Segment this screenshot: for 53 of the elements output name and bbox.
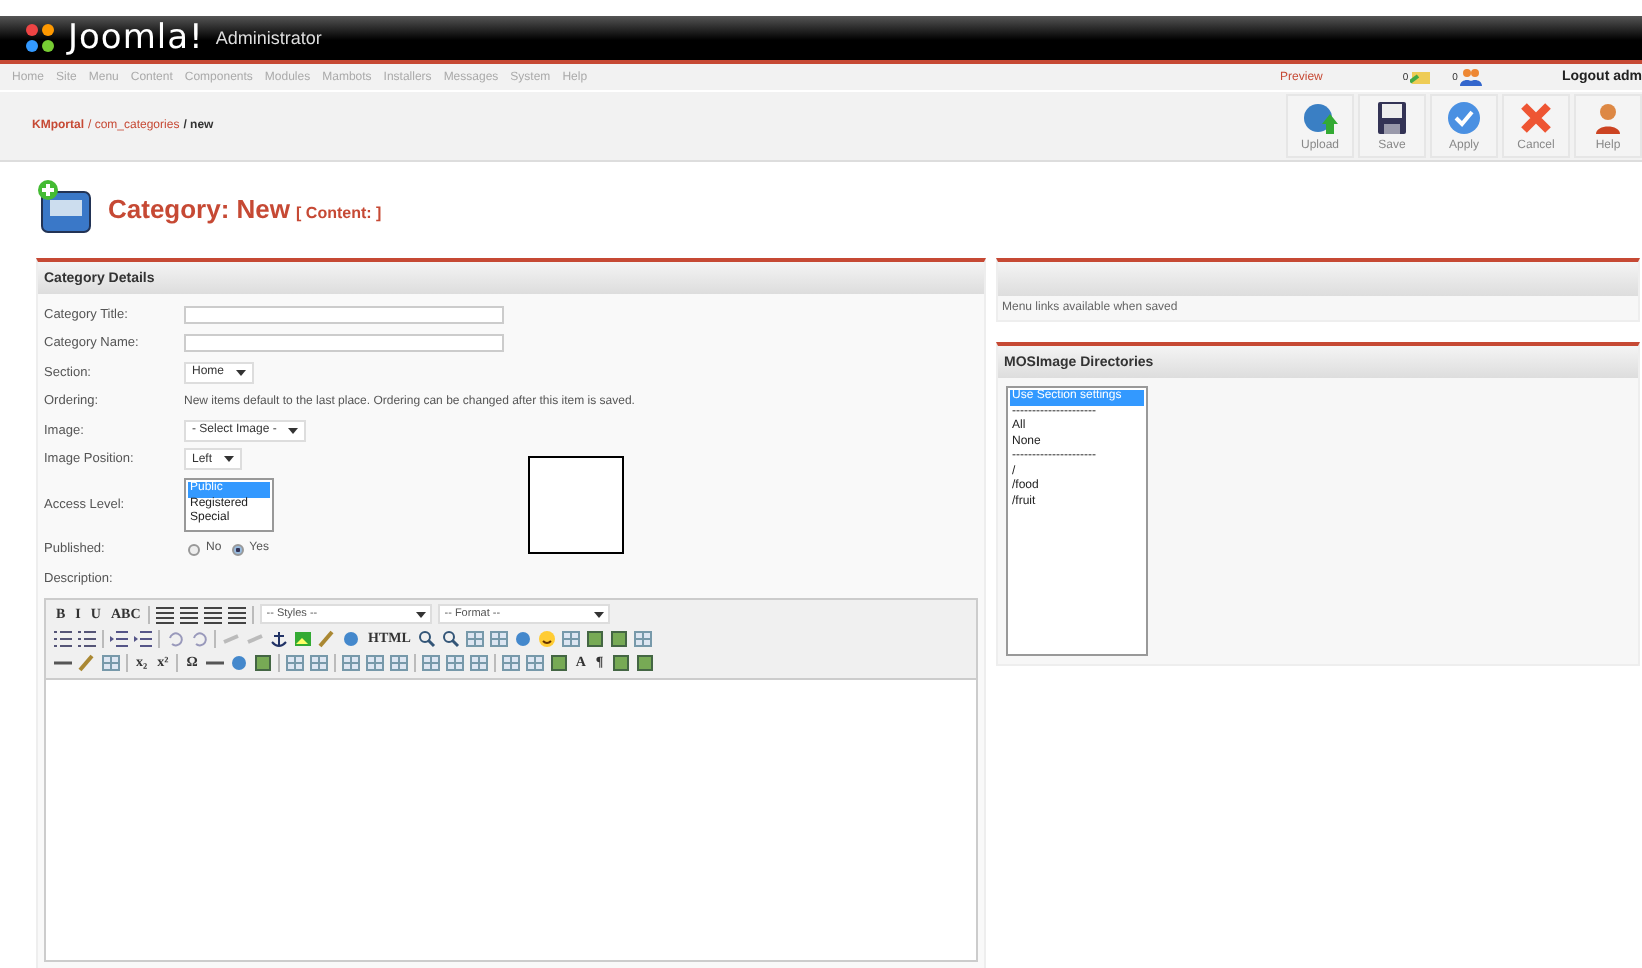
radio-button[interactable] xyxy=(231,543,244,556)
table-icon[interactable] xyxy=(501,653,520,671)
table-icon[interactable] xyxy=(634,629,653,647)
dropdown-arrow-icon xyxy=(416,611,427,617)
category-folder-icon xyxy=(36,178,96,238)
align-icon[interactable] xyxy=(156,605,175,623)
image-icon[interactable] xyxy=(294,629,312,647)
globe-upload-icon xyxy=(1300,100,1340,136)
square-icon[interactable] xyxy=(253,653,272,671)
align-icon[interactable] xyxy=(228,605,247,623)
square-icon[interactable] xyxy=(549,653,568,671)
dropdown-arrow-icon xyxy=(236,369,247,376)
dropdown-arrow-icon xyxy=(288,427,299,434)
dropdown-arrow-icon xyxy=(594,611,605,617)
table-icon[interactable] xyxy=(365,653,384,671)
text-input[interactable] xyxy=(184,305,504,324)
image-preview-box xyxy=(528,455,624,554)
anchor-icon[interactable] xyxy=(270,629,288,647)
table-icon[interactable] xyxy=(490,629,509,647)
page-title: Category: New [ Content: ] xyxy=(108,193,382,223)
table-icon[interactable] xyxy=(389,653,408,671)
square-icon[interactable] xyxy=(611,653,630,671)
text-input[interactable] xyxy=(184,334,504,353)
table-icon[interactable] xyxy=(309,653,328,671)
brush-icon[interactable] xyxy=(318,629,336,647)
brush-icon[interactable] xyxy=(78,653,96,671)
logo-icon xyxy=(24,22,56,54)
circle-icon[interactable] xyxy=(229,653,248,671)
users-icon[interactable] xyxy=(1459,68,1482,86)
list-icon[interactable] xyxy=(54,629,72,647)
list-icon[interactable] xyxy=(78,629,96,647)
square-icon[interactable] xyxy=(586,629,605,647)
smiley-icon[interactable] xyxy=(538,629,557,647)
save-icon xyxy=(1372,100,1412,136)
indent-icon[interactable] xyxy=(134,629,152,647)
mail-icon[interactable] xyxy=(1410,69,1433,85)
search-icon[interactable] xyxy=(418,629,437,647)
radio-button[interactable] xyxy=(188,543,200,556)
square-icon[interactable] xyxy=(635,653,654,671)
table-icon[interactable] xyxy=(102,653,120,671)
align-icon[interactable] xyxy=(204,605,223,623)
header-subtitle: Administrator xyxy=(215,28,322,48)
square-icon[interactable] xyxy=(610,629,629,647)
table-icon[interactable] xyxy=(469,653,488,671)
align-icon[interactable] xyxy=(180,605,199,623)
checkmark-icon xyxy=(1444,100,1484,136)
indent-icon[interactable] xyxy=(110,629,128,647)
table-icon[interactable] xyxy=(341,653,360,671)
circle-icon[interactable] xyxy=(342,629,360,647)
close-icon xyxy=(1516,100,1556,136)
search-icon[interactable] xyxy=(442,629,461,647)
logo-text: Joomla! xyxy=(68,18,204,58)
dropdown-arrow-icon xyxy=(224,456,235,463)
